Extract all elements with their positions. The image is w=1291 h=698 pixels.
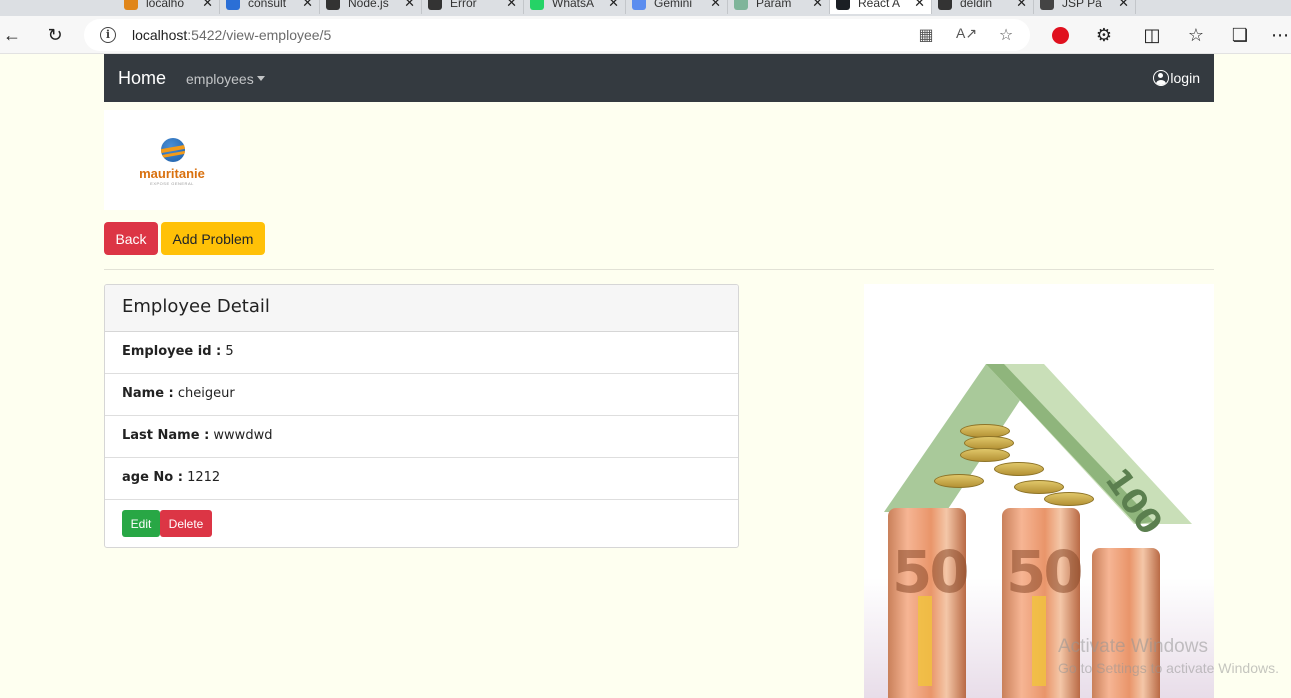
tab-favicon-icon (530, 0, 544, 10)
delete-button[interactable]: Delete (160, 510, 212, 537)
navbar: Home employees login (104, 54, 1214, 102)
address-bar[interactable]: i localhost:5422/view-employee/5 ▦ A↗ ☆ (84, 19, 1030, 51)
field-label: age No : (122, 470, 183, 485)
company-logo: mauritanie EXPOSE GENERAL (104, 110, 240, 210)
caret-down-icon (256, 76, 265, 81)
tab-favicon-icon (632, 0, 646, 10)
field-value: cheigeur (177, 386, 235, 401)
split-screen-icon[interactable]: ◫ (1140, 23, 1164, 47)
employee-detail-card: Employee Detail Employee id : 5 Name : c… (104, 284, 739, 548)
windows-activation-hint: Go to Settings to activate Windows. (1058, 660, 1279, 676)
tab-favicon-icon (1040, 0, 1054, 10)
tab-title: Error (450, 0, 477, 10)
close-icon[interactable]: ✕ (404, 0, 415, 11)
close-icon[interactable]: ✕ (914, 0, 925, 11)
field-label: Name : (122, 386, 174, 401)
logo-subtext: EXPOSE GENERAL (150, 181, 194, 186)
note-stripe (1032, 596, 1046, 686)
browser-tab[interactable]: Param ✕ (728, 0, 830, 14)
close-icon[interactable]: ✕ (710, 0, 721, 11)
url-host: localhost (132, 27, 188, 43)
browser-tab[interactable]: WhatsA ✕ (524, 0, 626, 14)
tab-title: Gemini (654, 0, 693, 10)
coin (934, 474, 984, 488)
detail-row-age: age No : 1212 (105, 458, 738, 500)
browser-tab[interactable]: localho ✕ (118, 0, 220, 14)
tab-favicon-icon (124, 0, 138, 10)
employees-dropdown-label: employees (186, 71, 254, 87)
field-label: Last Name : (122, 428, 210, 443)
employees-dropdown[interactable]: employees (186, 71, 265, 87)
detail-row-employee-id: Employee id : 5 (105, 332, 738, 374)
more-menu-icon[interactable]: ⋯ (1268, 23, 1291, 47)
tab-favicon-icon (326, 0, 340, 10)
close-icon[interactable]: ✕ (1118, 0, 1129, 11)
close-icon[interactable]: ✕ (812, 0, 823, 11)
site-info-icon[interactable]: i (100, 27, 116, 43)
tab-title: consult (248, 0, 287, 10)
detail-row-last-name: Last Name : wwwdwd (105, 416, 738, 458)
tab-title: deldin (960, 0, 993, 10)
windows-activation-watermark: Activate Windows (1058, 636, 1208, 657)
tab-favicon-icon (428, 0, 442, 10)
field-value: 5 (225, 344, 234, 359)
back-arrow-icon[interactable]: ← (0, 23, 24, 47)
close-icon[interactable]: ✕ (202, 0, 213, 11)
card-title: Employee Detail (105, 285, 738, 332)
close-icon[interactable]: ✕ (302, 0, 313, 11)
favorites-icon[interactable]: ☆ (1184, 23, 1208, 47)
field-value: wwwdwd (213, 428, 273, 443)
note-stripe (918, 596, 932, 686)
back-button[interactable]: Back (104, 222, 158, 255)
tab-title: Node.js (348, 0, 389, 10)
coin (960, 448, 1010, 462)
collections-icon[interactable]: ❏ (1228, 23, 1252, 47)
browser-tab[interactable]: Gemini ✕ (626, 0, 728, 14)
logo-text: mauritanie (139, 166, 205, 181)
browser-tab-strip: localho ✕ consult ✕ Node.js ✕ Error ✕ Wh… (0, 0, 1291, 16)
tab-title: localho (146, 0, 185, 10)
tab-title: Param (756, 0, 792, 10)
tab-title: WhatsA (552, 0, 595, 10)
field-label: Employee id : (122, 344, 222, 359)
browser-tab[interactable]: consult ✕ (220, 0, 320, 14)
extensions-puzzle-icon[interactable]: ⚙ (1092, 23, 1116, 47)
coin (1044, 492, 1094, 506)
close-icon[interactable]: ✕ (1016, 0, 1027, 11)
navbar-brand-home[interactable]: Home (118, 68, 166, 89)
login-label: login (1170, 70, 1200, 86)
url-text[interactable]: localhost:5422/view-employee/5 (132, 27, 331, 43)
opera-extension-icon[interactable] (1048, 23, 1072, 47)
read-aloud-icon[interactable]: A↗ (956, 25, 977, 45)
browser-tab[interactable]: deldin ✕ (932, 0, 1034, 14)
browser-tab-active[interactable]: React A ✕ (830, 0, 932, 14)
close-icon[interactable]: ✕ (608, 0, 619, 11)
tab-title: React A (858, 0, 901, 10)
url-path: :5422/view-employee/5 (187, 27, 332, 43)
refresh-icon[interactable]: ↻ (43, 23, 67, 47)
banknote-roll: 50 (888, 508, 970, 698)
browser-toolbar: ← ↻ i localhost:5422/view-employee/5 ▦ A… (0, 16, 1291, 54)
coin (994, 462, 1044, 476)
card-actions: Edit Delete (105, 500, 738, 547)
user-circle-icon (1153, 70, 1170, 86)
field-value: 1212 (187, 470, 221, 485)
tab-title: JSP Pa (1062, 0, 1102, 10)
edit-button[interactable]: Edit (122, 510, 160, 537)
tab-favicon-icon (734, 0, 748, 10)
add-problem-button[interactable]: Add Problem (161, 222, 265, 255)
browser-tab[interactable]: JSP Pa ✕ (1034, 0, 1136, 14)
tab-favicon-icon (938, 0, 952, 10)
divider (104, 269, 1214, 270)
browser-tab[interactable]: Node.js ✕ (320, 0, 422, 14)
close-icon[interactable]: ✕ (506, 0, 517, 11)
browser-tab[interactable]: Error ✕ (422, 0, 524, 14)
globe-logo-icon (161, 138, 185, 162)
tab-favicon-icon (226, 0, 240, 10)
tab-favicon-icon (836, 0, 850, 10)
login-link[interactable]: login (1153, 70, 1200, 86)
detail-row-name: Name : cheigeur (105, 374, 738, 416)
favorite-star-icon[interactable]: ☆ (996, 25, 1016, 45)
app-available-icon[interactable]: ▦ (916, 25, 936, 45)
